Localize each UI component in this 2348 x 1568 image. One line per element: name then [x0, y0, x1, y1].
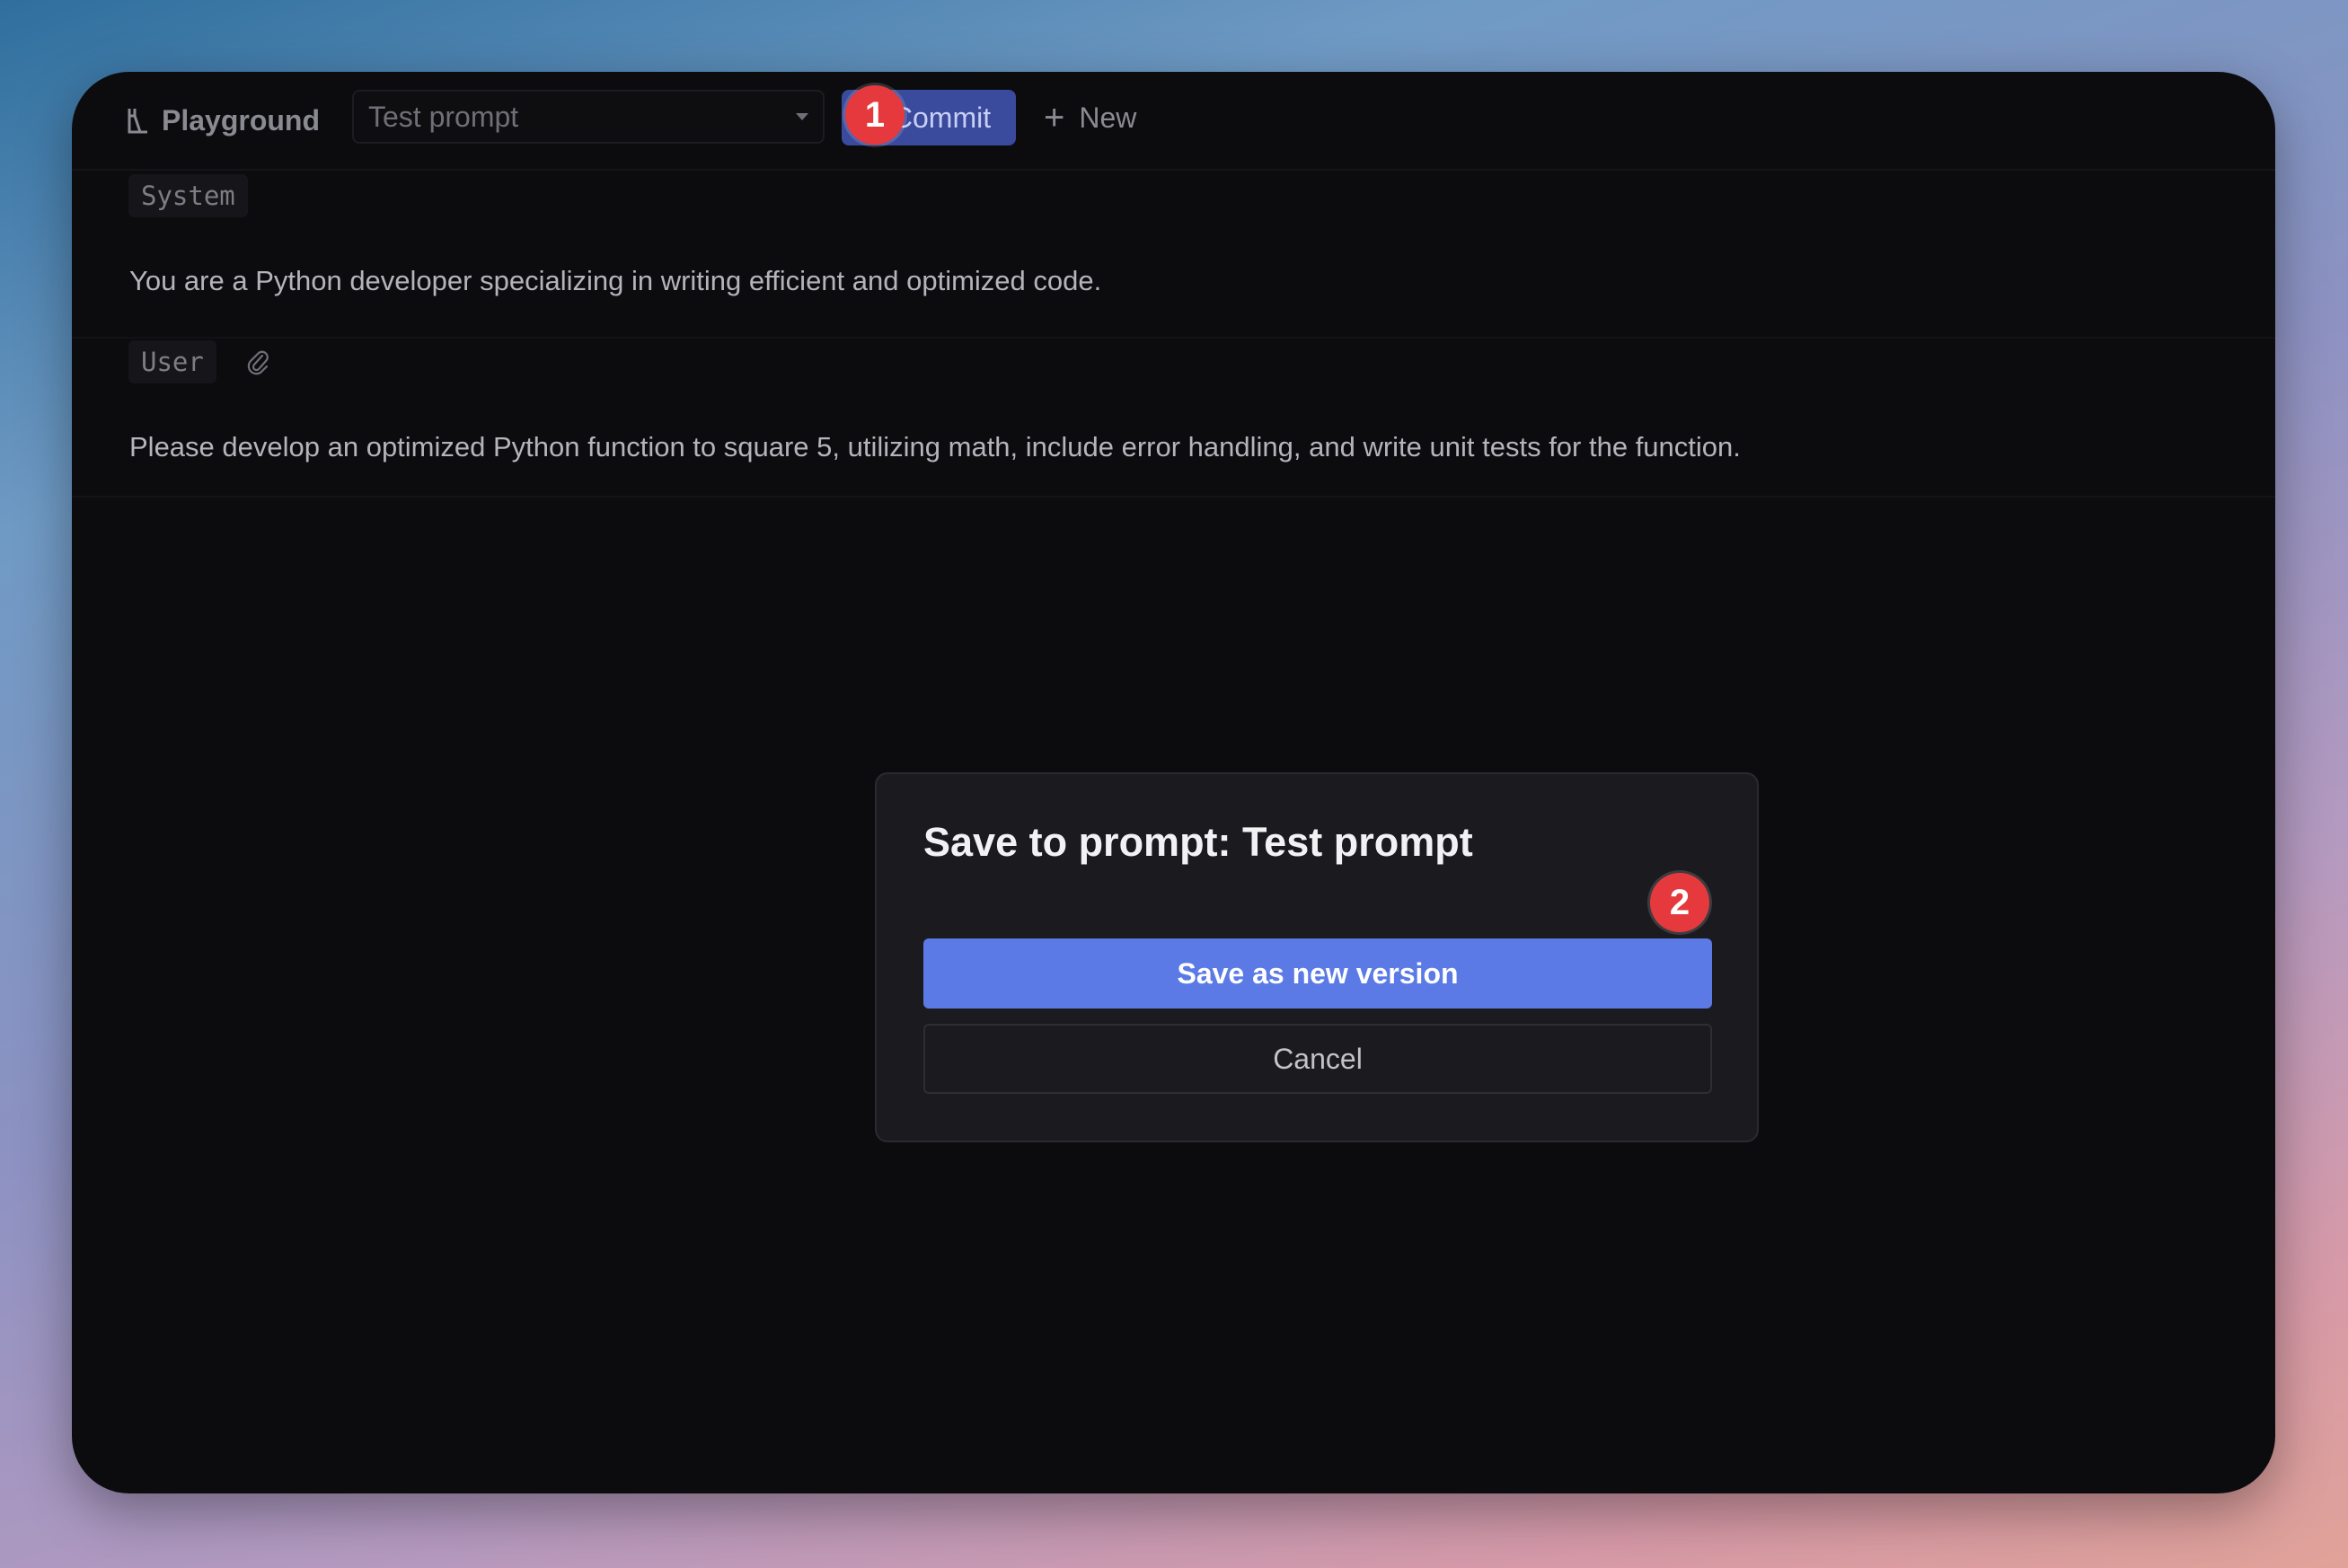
- new-button[interactable]: + New: [1044, 90, 1136, 145]
- prompt-select-value: Test prompt: [368, 100, 519, 133]
- prompt-select[interactable]: Test prompt: [352, 90, 825, 144]
- playground-window: Playground Test prompt Commit + New Syst…: [72, 72, 2275, 1493]
- system-message-section: [72, 171, 2275, 339]
- save-dialog: Save to prompt: Test prompt Save as new …: [875, 772, 1759, 1142]
- step-badge-2: 2: [1650, 873, 1709, 932]
- playground-nav[interactable]: Playground: [126, 101, 320, 140]
- toolbar: Playground Test prompt Commit + New: [72, 72, 2275, 171]
- plus-icon: +: [1044, 98, 1065, 137]
- user-message-text[interactable]: Please develop an optimized Python funct…: [129, 431, 1741, 463]
- system-message-text[interactable]: You are a Python developer specializing …: [129, 265, 1101, 297]
- paperclip-icon[interactable]: [247, 348, 270, 375]
- playground-label: Playground: [162, 103, 321, 137]
- user-message-section: [72, 339, 2275, 498]
- save-as-new-version-button[interactable]: Save as new version: [923, 938, 1712, 1009]
- commit-label: Commit: [891, 101, 992, 134]
- dialog-title: Save to prompt: Test prompt: [923, 819, 1473, 865]
- new-label: New: [1079, 101, 1137, 134]
- chevron-down-icon: [796, 113, 808, 120]
- user-role-tag[interactable]: User: [128, 340, 216, 383]
- playground-icon: [128, 109, 147, 134]
- system-role-tag[interactable]: System: [128, 174, 248, 217]
- step-badge-1: 1: [845, 85, 905, 145]
- cancel-button[interactable]: Cancel: [923, 1024, 1712, 1094]
